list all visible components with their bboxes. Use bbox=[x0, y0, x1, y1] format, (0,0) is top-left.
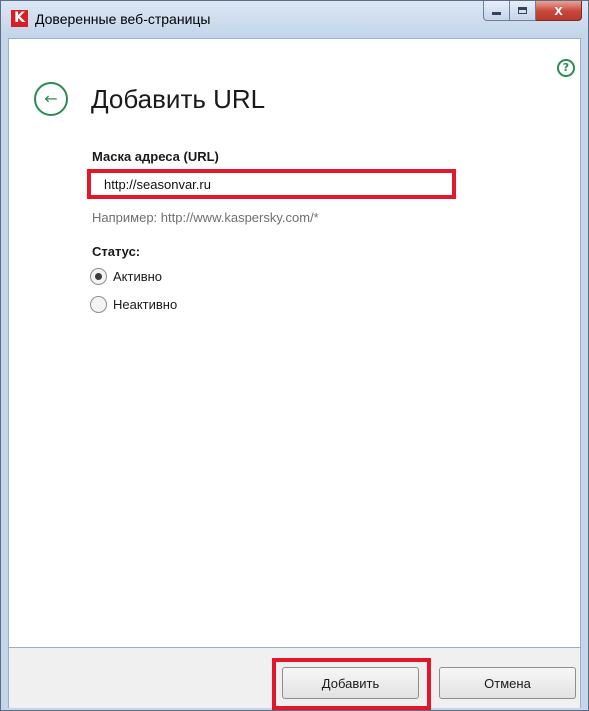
minimize-button[interactable] bbox=[483, 1, 510, 21]
add-button[interactable]: Добавить bbox=[282, 667, 419, 699]
title-bar[interactable]: K Доверенные веб-страницы x bbox=[1, 1, 588, 37]
back-button[interactable]: ← bbox=[34, 82, 68, 116]
content-panel: ? ← Добавить URL Маска адреса (URL) Напр… bbox=[8, 38, 581, 648]
radio-button-selected[interactable] bbox=[90, 268, 107, 285]
close-icon: x bbox=[554, 2, 563, 19]
cancel-button[interactable]: Отмена bbox=[439, 667, 576, 699]
status-inactive-option[interactable]: Неактивно bbox=[90, 296, 177, 313]
status-label: Статус: bbox=[92, 244, 141, 259]
maximize-icon bbox=[518, 7, 527, 14]
url-example-hint: Например: http://www.kaspersky.com/* bbox=[92, 210, 319, 225]
arrow-left-icon: ← bbox=[44, 89, 58, 108]
maximize-button[interactable] bbox=[510, 1, 536, 21]
close-button[interactable]: x bbox=[536, 1, 582, 21]
dialog-window: K Доверенные веб-страницы x ? ← Добавить… bbox=[0, 0, 589, 711]
window-controls: x bbox=[483, 1, 582, 23]
kaspersky-app-icon: K bbox=[11, 10, 28, 27]
status-active-option[interactable]: Активно bbox=[90, 268, 162, 285]
help-icon[interactable]: ? bbox=[557, 59, 575, 77]
radio-selected-dot bbox=[95, 273, 102, 280]
status-active-label: Активно bbox=[113, 269, 163, 284]
minimize-icon bbox=[492, 12, 501, 15]
dialog-footer: Добавить Отмена bbox=[8, 648, 581, 710]
url-mask-label: Маска адреса (URL) bbox=[92, 149, 219, 164]
url-mask-input[interactable] bbox=[87, 169, 456, 199]
radio-button-unselected[interactable] bbox=[90, 296, 107, 313]
window-title: Доверенные веб-страницы bbox=[35, 11, 211, 27]
page-title: Добавить URL bbox=[91, 84, 266, 114]
status-inactive-label: Неактивно bbox=[113, 297, 178, 312]
